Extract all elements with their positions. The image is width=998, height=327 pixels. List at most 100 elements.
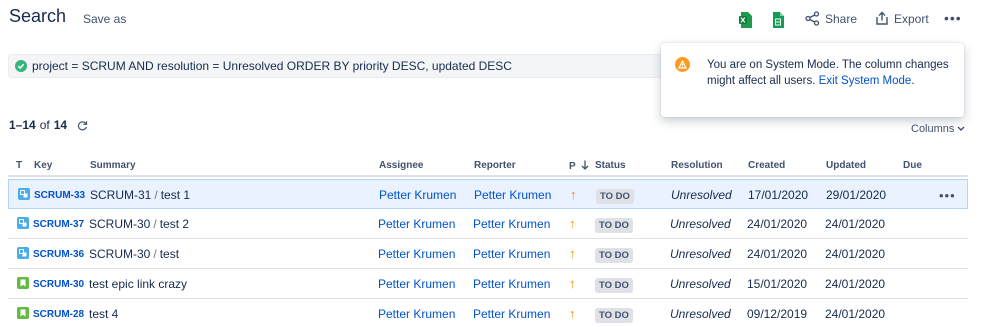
- col-updated[interactable]: Updated: [826, 160, 866, 171]
- status-lozenge[interactable]: TO DO: [595, 218, 633, 233]
- updated-date: 24/01/2020: [825, 247, 886, 261]
- created-date: 15/01/2020: [747, 277, 808, 291]
- status-lozenge[interactable]: TO DO: [596, 189, 634, 204]
- status-lozenge[interactable]: TO DO: [595, 308, 633, 323]
- updated-date: 24/01/2020: [825, 277, 886, 291]
- issue-summary[interactable]: SCRUM-30/test 2: [89, 217, 189, 231]
- export-button[interactable]: Export: [875, 11, 929, 26]
- export-label: Export: [894, 11, 929, 26]
- excel-export-icon[interactable]: X: [738, 11, 754, 29]
- reporter-link[interactable]: Petter Krumen: [474, 188, 551, 202]
- refresh-icon[interactable]: [77, 120, 88, 131]
- result-of: of: [39, 118, 50, 132]
- resolution-text: Unresolved: [670, 277, 731, 291]
- table-row[interactable]: SCRUM-36 SCRUM-30/test Petter Krumen Pet…: [8, 239, 968, 269]
- col-priority[interactable]: P: [569, 160, 589, 172]
- columns-label: Columns: [911, 123, 955, 135]
- parent-key[interactable]: SCRUM-30: [89, 217, 150, 231]
- google-sheets-icon[interactable]: [770, 11, 786, 29]
- svg-text:X: X: [740, 17, 746, 25]
- story-icon: [17, 307, 29, 319]
- updated-date: 29/01/2020: [826, 188, 887, 202]
- status-lozenge[interactable]: TO DO: [595, 248, 633, 263]
- priority-high-icon: ↑: [569, 276, 576, 291]
- issue-key[interactable]: SCRUM-30: [33, 279, 84, 290]
- priority-high-icon: ↑: [569, 246, 576, 261]
- col-priority-label: P: [569, 161, 576, 172]
- created-date: 09/12/2019: [747, 307, 808, 321]
- page-title: Search: [9, 6, 67, 26]
- assignee-link[interactable]: Petter Krumen: [378, 277, 455, 291]
- col-key[interactable]: Key: [34, 160, 52, 171]
- created-date: 17/01/2020: [748, 188, 809, 202]
- assignee-link[interactable]: Petter Krumen: [378, 247, 455, 261]
- reporter-link[interactable]: Petter Krumen: [473, 247, 550, 261]
- priority-high-icon: ↑: [569, 216, 576, 231]
- issue-key[interactable]: SCRUM-37: [33, 219, 84, 230]
- col-resolution[interactable]: Resolution: [671, 160, 723, 171]
- jql-query-bar[interactable]: project = SCRUM AND resolution = Unresol…: [8, 54, 678, 78]
- chevron-down-icon: [957, 126, 965, 131]
- notification-suffix: .: [911, 75, 915, 87]
- export-icon: [876, 11, 888, 25]
- resolution-text: Unresolved: [670, 247, 731, 261]
- priority-high-icon: ↑: [570, 187, 577, 202]
- share-button[interactable]: Share: [805, 11, 857, 26]
- row-more-icon[interactable]: •••: [939, 188, 956, 203]
- subtask-icon: [18, 188, 30, 200]
- sort-desc-icon: [581, 160, 589, 170]
- issue-summary[interactable]: test epic link crazy: [89, 277, 187, 291]
- parent-key[interactable]: SCRUM-31: [90, 188, 151, 202]
- share-label: Share: [825, 11, 858, 26]
- subtask-icon: [17, 217, 29, 229]
- col-type[interactable]: T: [16, 160, 22, 171]
- summary-text[interactable]: test 1: [161, 188, 190, 202]
- issue-summary[interactable]: SCRUM-31/test 1: [90, 188, 190, 202]
- col-reporter[interactable]: Reporter: [474, 160, 516, 171]
- table-row[interactable]: SCRUM-33 SCRUM-31/test 1 Petter Krumen P…: [8, 179, 968, 209]
- created-date: 24/01/2020: [747, 217, 808, 231]
- assignee-link[interactable]: Petter Krumen: [378, 307, 455, 321]
- status-lozenge[interactable]: TO DO: [595, 278, 633, 293]
- updated-date: 24/01/2020: [825, 217, 886, 231]
- issue-key[interactable]: SCRUM-36: [33, 249, 84, 260]
- table-row[interactable]: SCRUM-30 test epic link crazy Petter Kru…: [8, 269, 968, 299]
- result-range: 1–14: [9, 118, 36, 132]
- summary-text[interactable]: test 2: [160, 217, 189, 231]
- reporter-link[interactable]: Petter Krumen: [473, 277, 550, 291]
- col-summary[interactable]: Summary: [90, 160, 136, 171]
- save-as-button[interactable]: Save as: [83, 12, 126, 26]
- reporter-link[interactable]: Petter Krumen: [473, 307, 550, 321]
- reporter-link[interactable]: Petter Krumen: [473, 217, 550, 231]
- share-icon: [805, 11, 820, 26]
- exit-system-mode-link[interactable]: Exit System Mode: [819, 75, 912, 87]
- col-assignee[interactable]: Assignee: [379, 160, 423, 171]
- summary-text[interactable]: test: [160, 247, 179, 261]
- story-icon: [17, 277, 29, 289]
- issue-summary[interactable]: test 4: [89, 307, 118, 321]
- table-row[interactable]: SCRUM-37 SCRUM-30/test 2 Petter Krumen P…: [8, 209, 968, 239]
- table-row[interactable]: SCRUM-28 test 4 Petter Krumen Petter Kru…: [8, 299, 968, 327]
- col-created[interactable]: Created: [748, 160, 785, 171]
- subtask-icon: [17, 247, 29, 259]
- assignee-link[interactable]: Petter Krumen: [379, 188, 456, 202]
- result-total: 14: [53, 118, 68, 132]
- issue-key[interactable]: SCRUM-33: [34, 190, 85, 201]
- parent-key[interactable]: SCRUM-30: [89, 247, 150, 261]
- col-status[interactable]: Status: [595, 160, 626, 171]
- valid-query-check-icon: [15, 60, 27, 72]
- jql-query-text: project = SCRUM AND resolution = Unresol…: [32, 59, 512, 73]
- system-mode-notification: You are on System Mode. The column chang…: [661, 43, 964, 117]
- result-count: 1–14 of 14: [9, 118, 88, 132]
- columns-button[interactable]: Columns: [911, 123, 965, 135]
- assignee-link[interactable]: Petter Krumen: [378, 217, 455, 231]
- resolution-text: Unresolved: [670, 307, 731, 321]
- more-actions-icon[interactable]: •••: [944, 11, 962, 25]
- issue-summary[interactable]: SCRUM-30/test: [89, 247, 179, 261]
- created-date: 24/01/2020: [747, 247, 808, 261]
- issue-key[interactable]: SCRUM-28: [33, 309, 84, 320]
- warning-icon: [675, 57, 690, 72]
- col-due[interactable]: Due: [903, 160, 922, 171]
- updated-date: 24/01/2020: [825, 307, 886, 321]
- resolution-text: Unresolved: [671, 188, 732, 202]
